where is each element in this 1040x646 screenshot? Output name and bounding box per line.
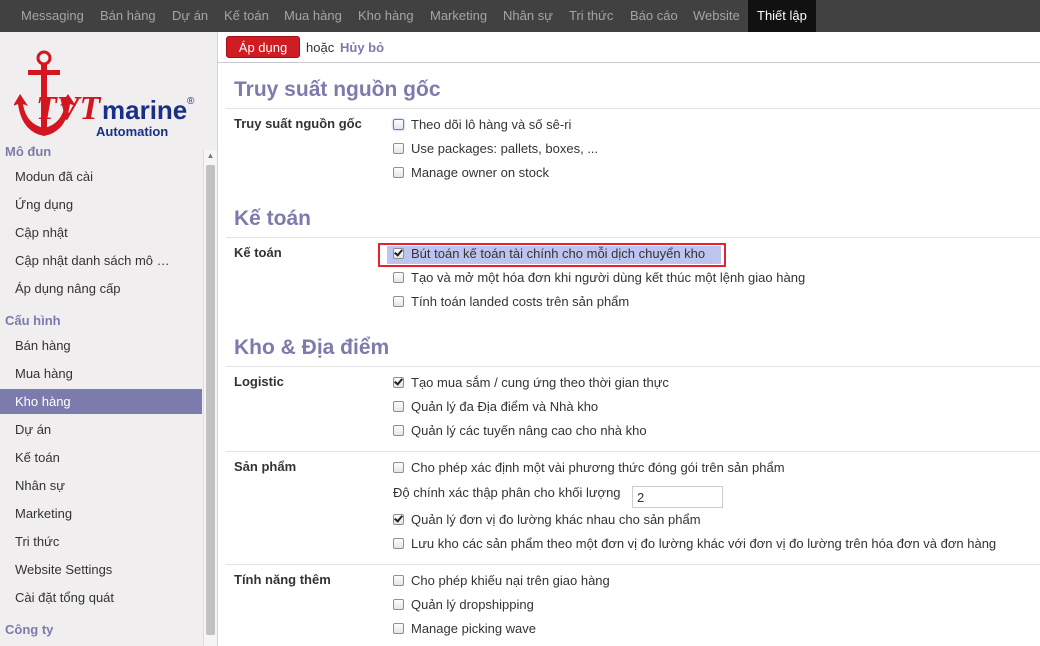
sidebar-section-cong-ty: Công ty	[5, 622, 54, 637]
topnav-messaging[interactable]: Messaging	[21, 0, 84, 32]
sidebar-item-ap-dung-nang-cap[interactable]: Áp dụng nâng cấp	[0, 276, 202, 301]
weight-precision-input[interactable]	[632, 486, 723, 508]
section-title-accounting: Kế toán	[234, 207, 312, 230]
option-dropshipping[interactable]: Quản lý dropshipping	[393, 596, 534, 614]
weight-precision-label: Độ chính xác thập phân cho khối lượng	[393, 485, 621, 500]
topnav-thiet-lap[interactable]: Thiết lập	[748, 0, 816, 32]
or-text: hoặc	[306, 40, 335, 55]
checkbox-checked[interactable]	[393, 377, 404, 389]
sidebar-section-cau-hinh: Cấu hình	[5, 313, 61, 328]
group-label-accounting: Kế toán	[234, 245, 282, 260]
topnav-nhan-su[interactable]: Nhân sự	[503, 0, 553, 32]
top-navigation-bar: Messaging Bán hàng Dự án Kế toán Mua hàn…	[0, 0, 1040, 32]
option-realtime-procurement[interactable]: Tạo mua sắm / cung ứng theo thời gian th…	[393, 374, 669, 392]
checkbox-checked[interactable]	[393, 248, 404, 260]
sidebar-item-mua-hang[interactable]: Mua hàng	[0, 361, 202, 386]
sidebar-item-modun-da-cai[interactable]: Modun đã cài	[0, 164, 202, 189]
sidebar-item-nhan-su[interactable]: Nhân sự	[0, 473, 202, 498]
svg-text:marine: marine	[102, 95, 187, 125]
group-label-logistic: Logistic	[234, 374, 284, 389]
sidebar: TVT marine ® Automation Mô đun Modun đã …	[0, 32, 218, 646]
checkbox[interactable]	[393, 599, 404, 611]
topnav-bao-cao[interactable]: Báo cáo	[630, 0, 678, 32]
checkbox[interactable]	[393, 272, 404, 284]
topnav-mua-hang[interactable]: Mua hàng	[284, 0, 342, 32]
action-bar: Áp dụng hoặc Hủy bỏ	[218, 32, 1040, 63]
checkbox[interactable]	[393, 538, 404, 550]
sidebar-item-cap-nhat[interactable]: Cập nhật	[0, 220, 202, 245]
anchor-logo-icon: TVT marine ® Automation	[13, 50, 195, 139]
checkbox[interactable]	[393, 425, 404, 437]
scrollbar-thumb[interactable]	[206, 165, 215, 635]
option-use-packages[interactable]: Use packages: pallets, boxes, ...	[393, 140, 598, 158]
group-divider	[226, 564, 1040, 565]
sidebar-item-website-settings[interactable]: Website Settings	[0, 557, 202, 582]
svg-text:Automation: Automation	[96, 124, 168, 139]
option-invoice-on-delivery[interactable]: Tạo và mở một hóa đơn khi người dùng kết…	[393, 269, 805, 287]
sidebar-item-ban-hang[interactable]: Bán hàng	[0, 333, 202, 358]
topnav-website[interactable]: Website	[693, 0, 740, 32]
sidebar-item-ke-toan[interactable]: Kế toán	[0, 445, 202, 470]
option-multi-locations[interactable]: Quản lý đa Địa điểm và Nhà kho	[393, 398, 598, 416]
checkbox[interactable]	[393, 296, 404, 308]
option-landed-costs[interactable]: Tính toán landed costs trên sản phẩm	[393, 293, 629, 311]
checkbox[interactable]	[393, 119, 404, 131]
svg-text:TVT: TVT	[36, 90, 101, 127]
checkbox[interactable]	[393, 143, 404, 155]
scroll-up-arrow-icon[interactable]: ▲	[204, 150, 217, 162]
option-stock-accounting-moves[interactable]: Bút toán kế toán tài chính cho mỗi dịch …	[393, 245, 705, 263]
section-divider	[226, 366, 1040, 367]
checkbox[interactable]	[393, 462, 404, 474]
topnav-ke-toan[interactable]: Kế toán	[224, 0, 269, 32]
svg-text:®: ®	[187, 96, 195, 107]
section-divider	[226, 237, 1040, 238]
option-lots-serial[interactable]: Theo dõi lô hàng và số sê-ri	[393, 116, 571, 134]
option-multiple-uom[interactable]: Quản lý đơn vị đo lường khác nhau cho sả…	[393, 511, 701, 529]
checkbox-checked[interactable]	[393, 514, 404, 526]
option-picking-wave[interactable]: Manage picking wave	[393, 620, 536, 638]
apply-button[interactable]: Áp dụng	[226, 36, 300, 58]
topnav-du-an[interactable]: Dự án	[172, 0, 208, 32]
section-title-traceability: Truy suất nguồn gốc	[234, 78, 441, 101]
group-label-traceability: Truy suất nguồn gốc	[234, 116, 362, 131]
group-label-extra-features: Tính năng thêm	[234, 572, 331, 587]
checkbox[interactable]	[393, 623, 404, 635]
topnav-tri-thuc[interactable]: Tri thức	[569, 0, 613, 32]
sidebar-item-cai-dat-tong-quat[interactable]: Cài đặt tổng quát	[0, 585, 202, 610]
group-divider	[226, 451, 1040, 452]
group-label-products: Sản phẩm	[234, 459, 297, 474]
option-uos[interactable]: Lưu kho các sản phẩm theo một đơn vị đo …	[393, 535, 996, 553]
checkbox[interactable]	[393, 401, 404, 413]
option-packaging-methods[interactable]: Cho phép xác định một vài phương thức đó…	[393, 459, 785, 477]
sidebar-item-ung-dung[interactable]: Ứng dụng	[0, 192, 202, 217]
sidebar-item-cap-nhat-danh-sach[interactable]: Cập nhật danh sách mô …	[0, 248, 202, 273]
sidebar-item-marketing[interactable]: Marketing	[0, 501, 202, 526]
company-logo[interactable]: TVT marine ® Automation	[13, 46, 204, 146]
topnav-kho-hang[interactable]: Kho hàng	[358, 0, 414, 32]
section-divider	[226, 108, 1040, 109]
option-owner-on-stock[interactable]: Manage owner on stock	[393, 164, 549, 182]
option-claims-on-delivery[interactable]: Cho phép khiếu nại trên giao hàng	[393, 572, 610, 590]
option-advanced-routes[interactable]: Quản lý các tuyến nâng cao cho nhà kho	[393, 422, 647, 440]
cancel-link[interactable]: Hủy bỏ	[340, 40, 384, 55]
sidebar-item-kho-hang[interactable]: Kho hàng	[0, 389, 202, 414]
checkbox[interactable]	[393, 575, 404, 587]
sidebar-section-mo-dun: Mô đun	[5, 144, 52, 159]
topnav-marketing[interactable]: Marketing	[430, 0, 487, 32]
topnav-ban-hang[interactable]: Bán hàng	[100, 0, 156, 32]
section-title-warehouse-locations: Kho & Địa điểm	[234, 336, 390, 359]
sidebar-item-tri-thuc[interactable]: Tri thức	[0, 529, 202, 554]
sidebar-scrollbar[interactable]: ▲	[203, 150, 217, 646]
checkbox[interactable]	[393, 167, 404, 179]
sidebar-item-du-an[interactable]: Dự án	[0, 417, 202, 442]
